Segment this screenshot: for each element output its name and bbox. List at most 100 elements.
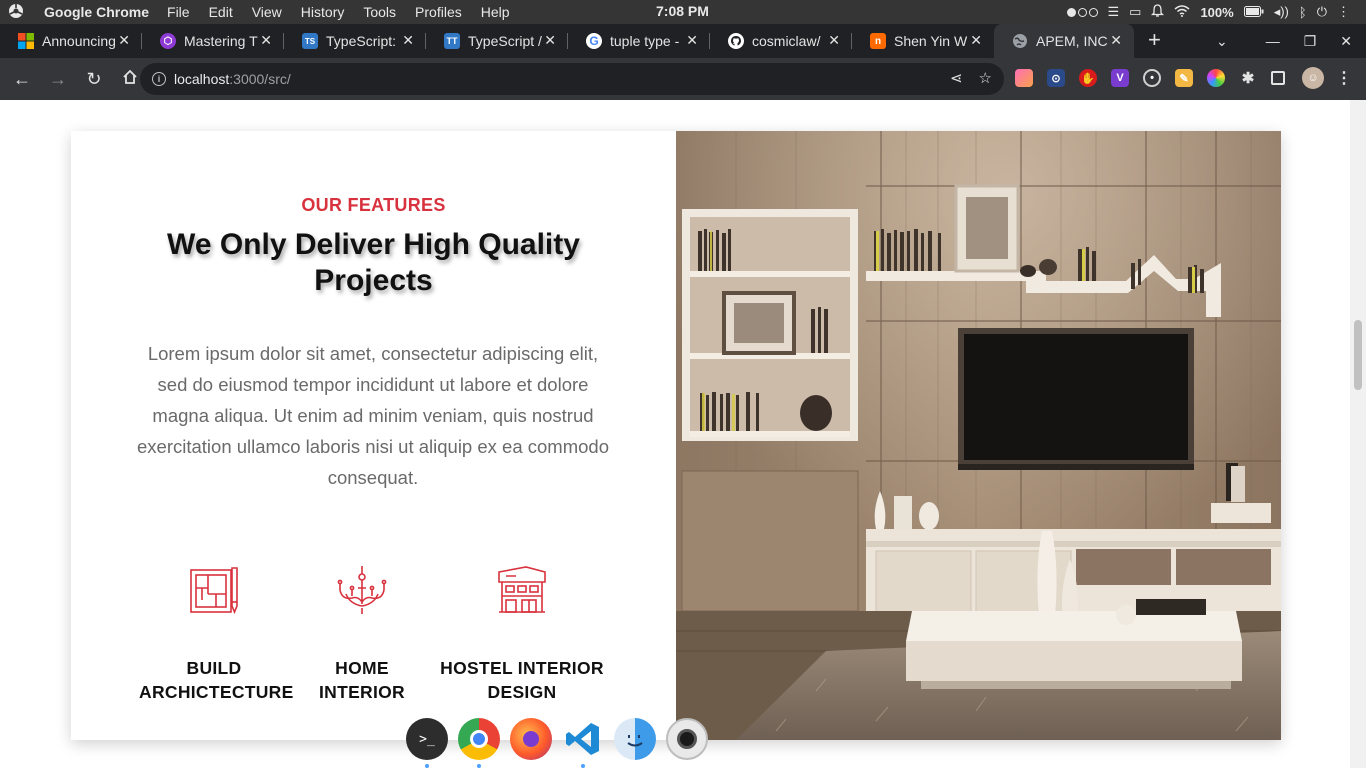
close-tab-icon[interactable]: ✕ — [828, 32, 840, 49]
building-icon — [436, 564, 608, 616]
close-tab-icon[interactable]: ✕ — [1110, 32, 1122, 49]
tab-title: Announcing — [42, 33, 116, 49]
forward-arrow-icon[interactable]: → — [42, 69, 74, 90]
camera-icon[interactable] — [666, 718, 708, 760]
tab-title: TypeScript / — [468, 33, 542, 49]
minimize-icon[interactable]: — — [1266, 33, 1280, 49]
features-card: OUR FEATURES We Only Deliver High Qualit… — [71, 131, 1281, 740]
section-lead: Lorem ipsum dolor sit amet, consectetur … — [137, 343, 609, 488]
scrollbar-thumb[interactable] — [1354, 320, 1362, 390]
chrome-icon[interactable] — [458, 718, 500, 760]
power-icon[interactable]: ⏻ — [1317, 4, 1327, 20]
tab-announcing[interactable]: Announcing ✕ — [0, 24, 142, 58]
menu-view[interactable]: View — [252, 4, 282, 20]
close-tab-icon[interactable]: ✕ — [544, 32, 556, 49]
system-menubar: Google Chrome File Edit View History Too… — [0, 0, 1366, 24]
finder-icon[interactable] — [614, 718, 656, 760]
restore-icon[interactable]: ❐ — [1304, 33, 1317, 50]
feature-label-line1: HOSTEL INTERIOR — [440, 658, 604, 678]
extension-vue-icon[interactable]: V — [1111, 69, 1129, 87]
url-host: localhost — [174, 71, 230, 87]
bell-icon[interactable] — [1151, 3, 1165, 21]
blueprint-icon — [139, 564, 289, 616]
section-heading: We Only Deliver High Quality Projects — [167, 228, 580, 297]
close-tab-icon[interactable]: ✕ — [118, 32, 130, 49]
extension-color-icon[interactable] — [1207, 69, 1225, 87]
living-room-photo — [676, 131, 1281, 740]
tab-title: cosmiclaw/ — [752, 33, 821, 49]
status-tray: ☰ ▭ 100% ◂)) ᛒ ⏻ ⋮ — [1066, 0, 1350, 24]
chrome-menu-icon[interactable]: ⋮ — [1335, 69, 1353, 87]
folder-icon[interactable]: ▭ — [1129, 4, 1141, 20]
side-panel-icon[interactable] — [1271, 71, 1285, 85]
feature-hostel-interior-design[interactable]: HOSTEL INTERIOR DESIGN — [436, 564, 608, 704]
extension-eyes-icon[interactable]: ⊙ — [1047, 69, 1065, 87]
close-tab-icon[interactable]: ✕ — [260, 32, 272, 49]
wifi-icon[interactable] — [1174, 4, 1190, 20]
menu-edit[interactable]: Edit — [209, 4, 233, 20]
address-bar[interactable]: i localhost:3000/src/ ⋖ ☆ — [140, 63, 1004, 95]
extension-ublock-icon[interactable]: ✋ — [1079, 69, 1097, 87]
page-scrollbar[interactable] — [1350, 100, 1366, 768]
novel-icon: n — [870, 33, 886, 49]
clock[interactable]: 7:08 PM — [656, 3, 709, 19]
firefox-icon[interactable] — [510, 718, 552, 760]
app-name[interactable]: Google Chrome — [44, 4, 149, 20]
feature-label: HOME INTERIOR — [302, 656, 422, 704]
feature-label-line2: DESIGN — [487, 682, 557, 702]
menu-history[interactable]: History — [301, 4, 345, 20]
site-info-icon[interactable]: i — [152, 72, 166, 86]
microsoft-icon — [18, 33, 34, 49]
extensions-puzzle-icon[interactable]: ✱ — [1239, 69, 1257, 87]
tab-github[interactable]: cosmiclaw/ ✕ — [710, 24, 852, 58]
menu-help[interactable]: Help — [481, 4, 510, 20]
web-page: OUR FEATURES We Only Deliver High Qualit… — [0, 100, 1350, 768]
tab-mastering[interactable]: ⬡ Mastering T ✕ — [142, 24, 284, 58]
bluetooth-icon[interactable]: ᛒ — [1299, 5, 1307, 20]
extension-target-icon[interactable]: • — [1143, 69, 1161, 87]
extension-note-icon[interactable]: ✎ — [1175, 69, 1193, 87]
tab-strip: Announcing ✕ ⬡ Mastering T ✕ TS TypeScri… — [0, 24, 1366, 58]
profile-avatar[interactable]: ☺ — [1302, 67, 1324, 89]
typescript-tt-icon: TT — [444, 33, 460, 49]
close-tab-icon[interactable]: ✕ — [402, 32, 414, 49]
feature-label-line1: BUILD — [186, 658, 242, 678]
share-icon[interactable]: ⋖ — [950, 69, 963, 87]
back-arrow-icon[interactable]: ← — [6, 69, 38, 90]
running-indicator — [425, 764, 429, 768]
tab-typescript-1[interactable]: TS TypeScript: ✕ — [284, 24, 426, 58]
feature-home-interior[interactable]: HOME INTERIOR — [302, 564, 422, 704]
new-tab-button[interactable]: + — [1148, 24, 1161, 58]
feature-label-line2: INTERIOR — [318, 682, 405, 702]
feature-label-line1: HOME — [335, 658, 389, 678]
battery-level[interactable]: 100% — [1200, 5, 1233, 20]
section-eyebrow: OUR FEATURES — [301, 195, 446, 215]
vscode-icon[interactable] — [562, 718, 604, 760]
bookmark-star-icon[interactable]: ☆ — [979, 69, 992, 87]
menu-tools[interactable]: Tools — [363, 4, 396, 20]
tab-typescript-2[interactable]: TT TypeScript / ✕ — [426, 24, 568, 58]
menu-lines-icon[interactable]: ☰ — [1108, 4, 1120, 20]
volume-icon[interactable]: ◂)) — [1274, 4, 1289, 20]
close-window-icon[interactable]: ✕ — [1340, 33, 1352, 50]
tab-tuple-type[interactable]: G tuple type - ✕ — [568, 24, 710, 58]
terminal-icon[interactable]: >_ — [406, 718, 448, 760]
tab-shen-yin[interactable]: n Shen Yin W ✕ — [852, 24, 994, 58]
menu-profiles[interactable]: Profiles — [415, 4, 462, 20]
graphql-icon: ⬡ — [160, 33, 176, 49]
workspace-indicator[interactable] — [1066, 7, 1098, 17]
running-indicator — [581, 764, 585, 768]
reload-icon[interactable]: ↻ — [78, 69, 110, 90]
app-menu-icon[interactable]: ⋮ — [1337, 4, 1350, 20]
menu-file[interactable]: File — [167, 4, 190, 20]
tab-title: Shen Yin W — [894, 33, 968, 49]
tab-title: tuple type - — [610, 33, 680, 49]
close-tab-icon[interactable]: ✕ — [970, 32, 982, 49]
tab-search-icon[interactable]: ⌄ — [1216, 33, 1228, 50]
close-tab-icon[interactable]: ✕ — [686, 32, 698, 49]
tab-title: TypeScript: — [326, 33, 397, 49]
extension-gradient-icon[interactable] — [1015, 69, 1033, 87]
feature-build-architecture[interactable]: BUILD ARCHICTECTURE — [139, 564, 293, 704]
tab-apem[interactable]: APEM, INC ✕ — [994, 24, 1134, 58]
system-logo-icon[interactable] — [0, 3, 32, 22]
